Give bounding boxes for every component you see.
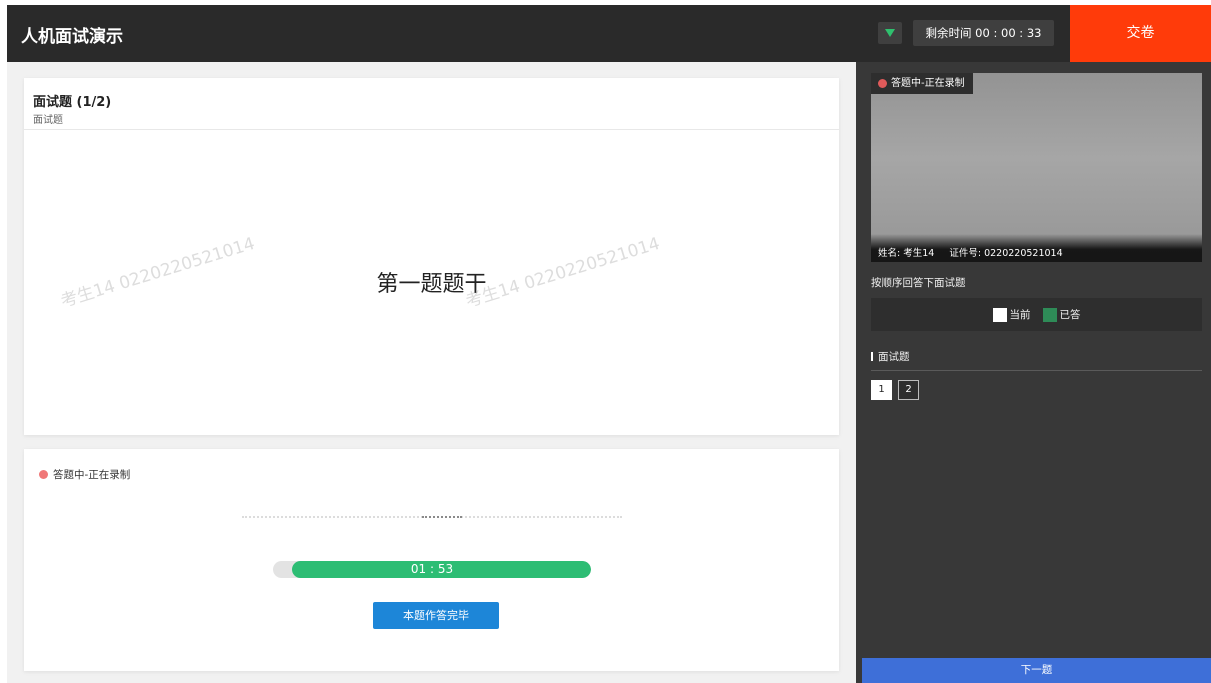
legend-current: 当前: [992, 307, 1031, 322]
status-legend: 当前 已答: [871, 298, 1202, 331]
recording-status-text: 答题中-正在录制: [53, 469, 131, 481]
legend-answered: 已答: [1042, 307, 1081, 322]
audio-waveform: [242, 516, 622, 518]
candidate-id: 证件号: 0220220521014: [949, 248, 1063, 259]
camera-preview: 答题中-正在录制 姓名: 考生14 证件号: 0220220521014: [871, 73, 1202, 262]
section-title-text: 面试题: [878, 351, 910, 363]
question-stem: 第一题题干: [376, 272, 487, 297]
legend-answered-swatch: [1042, 307, 1057, 322]
video-recording-badge: 答题中-正在录制: [871, 73, 973, 94]
next-question-button[interactable]: 下一题: [862, 658, 1211, 683]
waveform-level: [422, 516, 462, 518]
candidate-info: 姓名: 考生14 证件号: 0220220521014: [871, 234, 1202, 262]
top-bar: 人机面试演示 剩余时间 00 : 00 : 33 交卷: [7, 5, 1211, 62]
candidate-name: 姓名: 考生14: [878, 248, 935, 259]
section-divider: [871, 370, 1202, 371]
question-title: 面试题 (1/2): [33, 95, 112, 110]
remaining-time: 剩余时间 00 : 00 : 33: [913, 20, 1054, 46]
network-signal-icon[interactable]: [878, 22, 902, 44]
countdown-text: 01 : 53: [410, 562, 454, 576]
answer-card: 答题中-正在录制 01 : 53 本题作答完毕: [24, 449, 839, 671]
sidebar: 答题中-正在录制 姓名: 考生14 证件号: 0220220521014 按顺序…: [856, 62, 1211, 683]
section-marker: [871, 352, 873, 361]
recording-dot-icon: [878, 79, 887, 88]
app-window: 人机面试演示 剩余时间 00 : 00 : 33 交卷 面试题 (1/2) 面试…: [7, 5, 1211, 683]
signal-triangle-icon: [885, 29, 895, 37]
legend-current-swatch: [992, 307, 1007, 322]
question-number-list: 1 2: [871, 380, 925, 400]
question-header: 面试题 (1/2) 面试题: [24, 78, 839, 130]
app-title: 人机面试演示: [21, 27, 123, 47]
question-number-2[interactable]: 2: [898, 380, 919, 400]
recording-status: 答题中-正在录制: [39, 467, 130, 482]
legend-current-label: 当前: [1009, 309, 1031, 321]
submit-exam-button[interactable]: 交卷: [1070, 5, 1211, 62]
question-number-1[interactable]: 1: [871, 380, 892, 400]
finish-answer-button[interactable]: 本题作答完毕: [373, 602, 499, 629]
recording-dot-icon: [39, 470, 48, 479]
video-status-text: 答题中-正在录制: [891, 78, 965, 89]
question-card: 面试题 (1/2) 面试题 考生14 0220220521014 考生14 02…: [24, 78, 839, 435]
section-title: 面试题: [871, 349, 910, 364]
instruction-text: 按顺序回答下面试题: [871, 277, 966, 289]
question-subtitle: 面试题: [33, 115, 63, 126]
countdown-progress-bar: 01 : 53: [273, 561, 591, 578]
legend-answered-label: 已答: [1059, 309, 1081, 321]
